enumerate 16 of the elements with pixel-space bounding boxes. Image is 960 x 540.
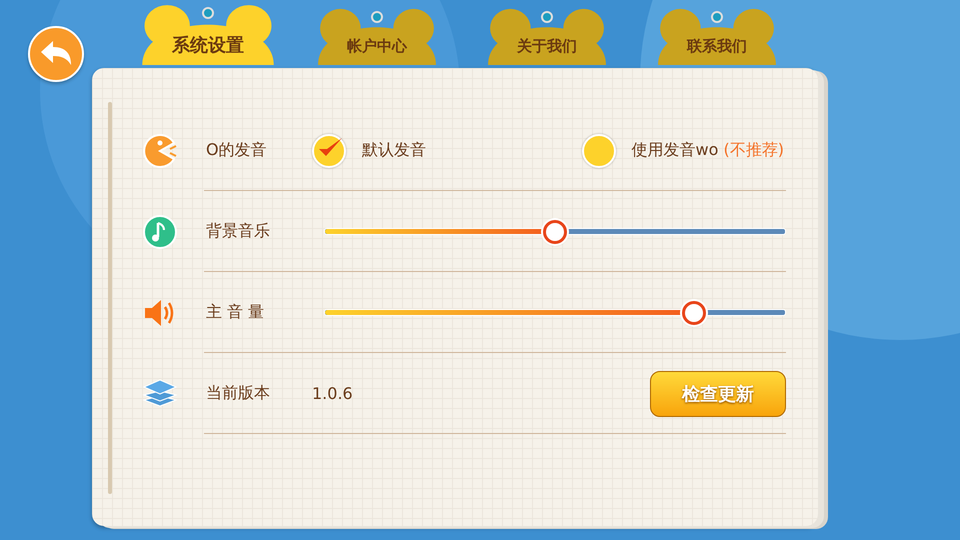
option-label: 使用发音wo (不推荐) [632,140,784,161]
checked-radio[interactable] [312,134,346,168]
back-button[interactable] [28,26,84,82]
option-label: 默认发音 [362,140,426,161]
volume-slider[interactable] [324,298,786,326]
version-number: 1.0.6 [312,384,354,403]
radio[interactable] [582,134,616,168]
setting-label: 主 音 量 [206,302,266,323]
volume-slider[interactable] [324,218,786,246]
slider-thumb[interactable] [682,300,706,324]
slider-thumb[interactable] [543,220,567,244]
pacman-icon [142,132,178,168]
music-note-icon [142,214,178,250]
setting-label: 当前版本 [206,383,271,404]
setting-label: 背景音乐 [206,221,271,242]
setting-label: O的发音 [206,140,268,161]
